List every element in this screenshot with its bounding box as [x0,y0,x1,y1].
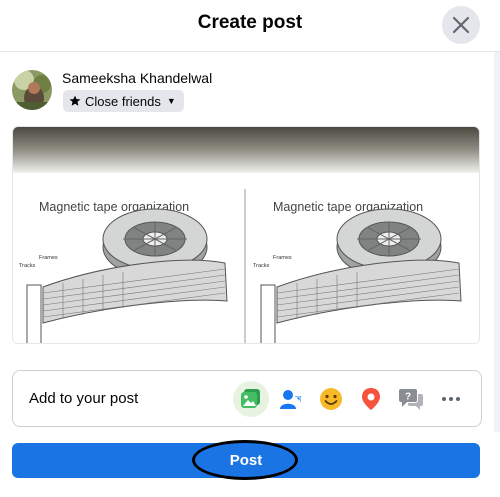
audience-label: Close friends [85,93,161,109]
avatar[interactable] [12,70,52,110]
more-icon [442,397,460,401]
tag-people-icon [280,390,301,409]
check-in-button[interactable] [353,381,389,417]
audience-selector[interactable]: Close friends ▼ [63,90,184,112]
close-icon [452,16,470,34]
post-button-label: Post [229,452,263,469]
tracks-label: Tracks [253,263,270,269]
tracks-label: Tracks [19,263,36,269]
more-options-button[interactable] [433,381,469,417]
ask-question-button[interactable]: ? [393,381,429,417]
add-to-post-label: Add to your post [29,390,139,407]
tag-people-button[interactable] [273,381,309,417]
feeling-activity-button[interactable] [313,381,349,417]
author-name[interactable]: Sameeksha Khandelwal [62,70,212,86]
attached-image[interactable]: Magnetic tape organization Frames Tracks… [12,126,480,344]
svg-text:?: ? [405,392,411,403]
caret-down-icon: ▼ [166,96,176,106]
post-button[interactable]: Post [12,443,480,478]
dialog-header: Create post [0,0,500,52]
photo-video-icon [241,389,260,408]
scrollbar[interactable] [494,52,500,432]
ask-question-icon: ? [399,389,423,410]
star-icon [69,95,81,106]
feeling-activity-icon [320,388,342,410]
frames-label: Frames [273,255,292,261]
photo-video-button[interactable] [233,381,269,417]
frames-label: Frames [39,255,58,261]
close-button[interactable] [442,6,480,44]
add-to-post-bar: Add to your post ? [12,370,482,427]
dialog-title: Create post [197,12,303,33]
check-in-icon [362,388,380,410]
